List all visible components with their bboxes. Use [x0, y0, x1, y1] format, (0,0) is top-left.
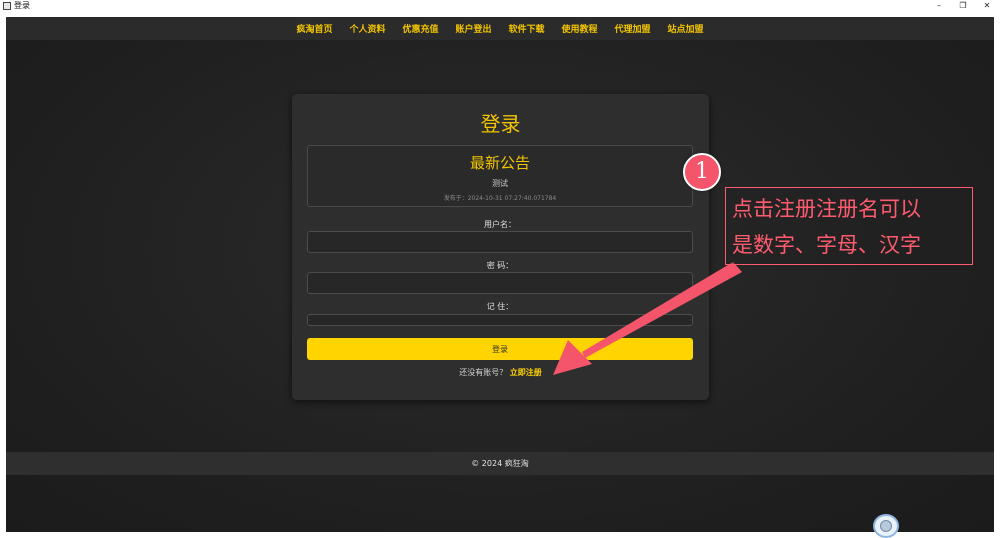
nav-item-home[interactable]: 疯淘首页	[296, 22, 332, 35]
window-titlebar: 登录 – ❐ ✕	[0, 0, 1000, 12]
register-link[interactable]: 立即注册	[510, 368, 542, 377]
password-input[interactable]	[307, 272, 693, 294]
username-input[interactable]	[307, 231, 693, 253]
close-button[interactable]: ✕	[974, 0, 1000, 12]
nav-item-download[interactable]: 软件下载	[509, 22, 545, 35]
assistant-float-icon[interactable]	[873, 514, 899, 538]
minimize-button[interactable]: –	[926, 0, 952, 12]
nav-item-profile[interactable]: 个人资料	[349, 22, 385, 35]
annotation-number-badge: 1	[683, 153, 721, 191]
annotation-text-line1: 点击注册注册名可以	[732, 197, 921, 221]
nav-item-logout[interactable]: 账户登出	[455, 22, 491, 35]
notice-box: 最新公告 测试 发布于：2024-10-31 07:27:40.071784	[307, 145, 693, 207]
footer: © 2024 疯狂淘	[6, 452, 994, 475]
remember-label: 记 住：	[486, 302, 514, 311]
page-viewport: 疯淘首页 个人资料 优惠充值 账户登出 软件下载 使用教程 代理加盟 站点加盟 …	[6, 17, 994, 532]
username-label: 用户名：	[484, 220, 516, 229]
login-card: 登录 最新公告 测试 发布于：2024-10-31 07:27:40.07178…	[292, 94, 709, 400]
nav-item-site[interactable]: 站点加盟	[668, 22, 704, 35]
notice-body: 测试	[492, 179, 508, 188]
top-nav: 疯淘首页 个人资料 优惠充值 账户登出 软件下载 使用教程 代理加盟 站点加盟	[6, 17, 994, 40]
nav-item-recharge[interactable]: 优惠充值	[402, 22, 438, 35]
assistant-face-icon	[880, 520, 892, 532]
login-button[interactable]: 登录	[307, 338, 693, 360]
annotation-text-line2: 是数字、字母、汉字	[732, 233, 921, 257]
app-icon	[3, 2, 11, 10]
nav-item-agent[interactable]: 代理加盟	[615, 22, 651, 35]
notice-title: 最新公告	[469, 154, 530, 172]
nav-item-tutorial[interactable]: 使用教程	[562, 22, 598, 35]
annotation-callout: 点击注册注册名可以 是数字、字母、汉字	[725, 187, 973, 265]
register-prompt: 还没有账号？	[459, 368, 508, 377]
login-title: 登录	[480, 112, 521, 136]
maximize-button[interactable]: ❐	[950, 0, 976, 12]
password-label: 密 码：	[486, 261, 514, 270]
register-row: 还没有账号？ 立即注册	[292, 367, 709, 378]
window-title: 登录	[14, 1, 30, 10]
notice-date: 发布于：2024-10-31 07:27:40.071784	[443, 195, 557, 202]
remember-input[interactable]	[307, 314, 693, 326]
